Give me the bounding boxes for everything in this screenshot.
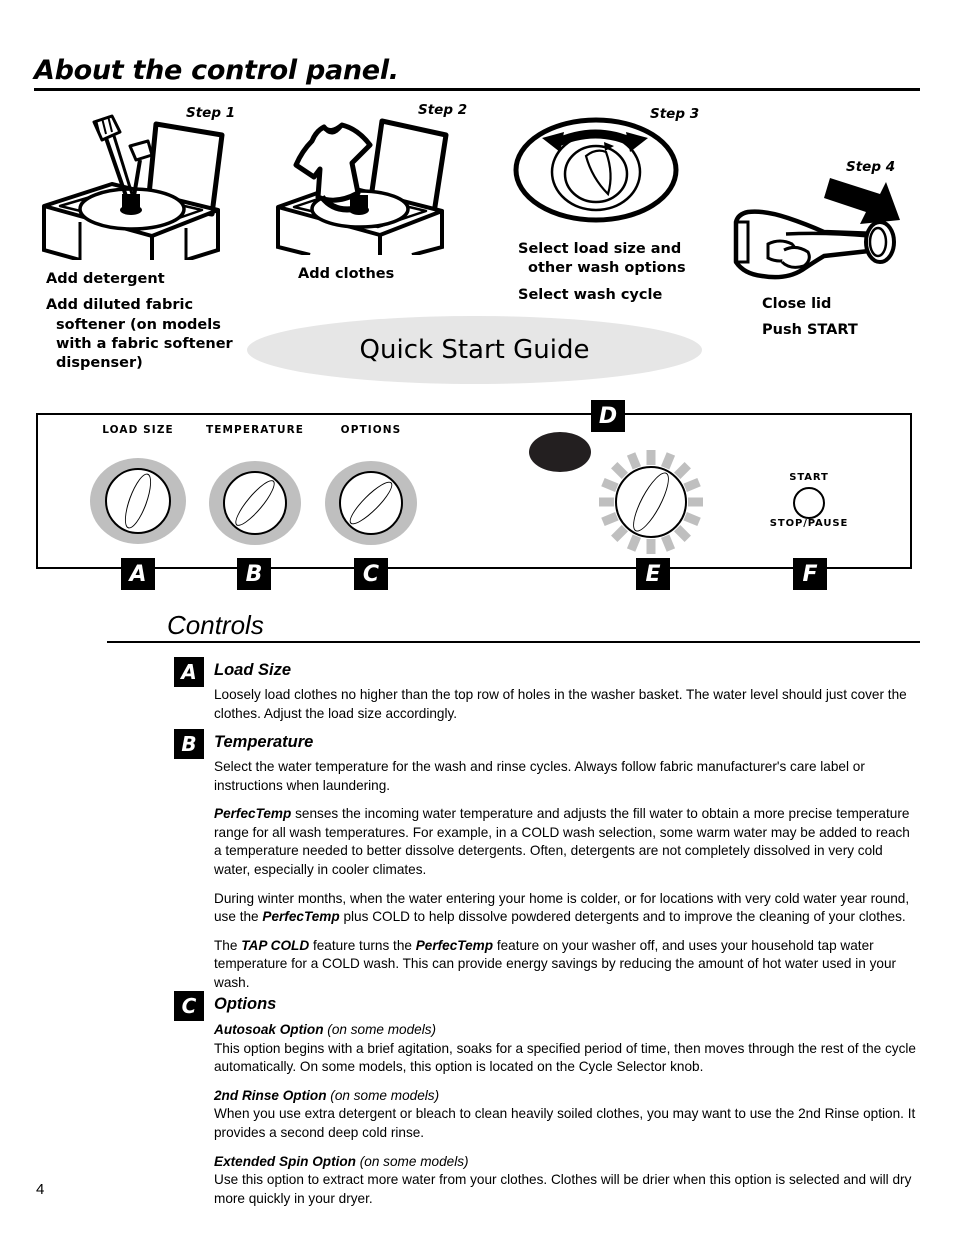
paragraph: During winter months, when the water ent… bbox=[214, 890, 920, 927]
section-title-temperature: Temperature bbox=[214, 733, 314, 751]
option-note: (on some models) bbox=[323, 1022, 437, 1037]
knob-caption-load-size: LOAD SIZE bbox=[102, 424, 174, 436]
cycle-tick bbox=[646, 450, 656, 465]
option-heading: Extended Spin Option (on some models) bbox=[214, 1153, 920, 1172]
cycle-tick bbox=[661, 452, 676, 470]
paragraph: Loosely load clothes no higher than the … bbox=[214, 686, 920, 723]
start-stop-pause-button[interactable] bbox=[793, 487, 825, 519]
controls-heading: Controls bbox=[167, 610, 264, 640]
cycle-tick bbox=[599, 497, 614, 507]
section-body-temperature: Select the water temperature for the was… bbox=[214, 758, 920, 993]
option-heading: 2nd Rinse Option (on some models) bbox=[214, 1087, 920, 1106]
body-text: senses the incoming water temperature an… bbox=[214, 806, 910, 878]
emphasis-text: TAP COLD bbox=[241, 937, 310, 953]
knob-load-size[interactable] bbox=[90, 453, 186, 549]
paragraph: PerfecTemp senses the incoming water tem… bbox=[214, 805, 920, 879]
page-title: About the control panel. bbox=[34, 55, 399, 86]
stop-pause-label: STOP/PAUSE bbox=[769, 518, 849, 529]
emphasis-text: PerfecTemp bbox=[262, 909, 340, 925]
knob-caption-options: OPTIONS bbox=[340, 424, 402, 436]
step-2-illustration bbox=[266, 105, 466, 255]
option-note: (on some models) bbox=[326, 1087, 440, 1103]
callout-f: F bbox=[793, 556, 827, 590]
quick-start-banner-label: Quick Start Guide bbox=[359, 335, 590, 365]
option-note: (on some models) bbox=[355, 1153, 469, 1169]
section-body-options: Autosoak Option (on some models) This opt… bbox=[214, 1021, 920, 1208]
section-title-load-size: Load Size bbox=[214, 661, 292, 679]
body-text: Loosely load clothes no higher than the … bbox=[214, 687, 907, 721]
section-badge-a: A bbox=[174, 657, 204, 687]
cycle-tick bbox=[661, 534, 676, 552]
step-1-bullet-0: Add detergent bbox=[46, 271, 165, 287]
step-3-illustration bbox=[508, 112, 688, 232]
option-body: This option begins with a brief agitatio… bbox=[214, 1040, 916, 1075]
body-text: plus COLD to help dissolve powdered dete… bbox=[339, 909, 906, 925]
step-1-bullets: Add detergent Add diluted fabric softene… bbox=[46, 270, 236, 380]
body-text: The bbox=[214, 937, 242, 953]
option-body: Use this option to extract more water fr… bbox=[214, 1172, 912, 1206]
option-heading: Autosoak Option (on some models) bbox=[214, 1021, 920, 1040]
step-1-illustration bbox=[36, 110, 256, 260]
section-badge-b: B bbox=[174, 729, 204, 759]
paragraph: The TAP COLD feature turns the PerfecTem… bbox=[214, 937, 920, 993]
knob-cycle-selector[interactable] bbox=[596, 447, 706, 557]
step-3-bullet-1: Select wash cycle bbox=[518, 286, 663, 303]
step-3-bullets: Select load size and other wash options … bbox=[518, 240, 708, 312]
emphasis-text: PerfecTemp bbox=[415, 937, 494, 953]
title-divider bbox=[34, 88, 920, 91]
step-4-illustration bbox=[728, 170, 908, 290]
emphasis-text: PerfecTemp bbox=[214, 806, 292, 822]
section-badge-c: C bbox=[174, 991, 204, 1021]
callout-e: E bbox=[636, 556, 670, 590]
start-label: START bbox=[789, 472, 829, 483]
knob-options[interactable] bbox=[323, 455, 419, 551]
option-name: Extended Spin Option bbox=[214, 1153, 356, 1169]
body-text: feature turns the bbox=[309, 937, 416, 953]
cycle-tick bbox=[683, 512, 701, 527]
option-name: Autosoak Option bbox=[214, 1022, 324, 1037]
step-4-bullets: Close lid Push START bbox=[762, 295, 942, 348]
step-3-bullet-0: Select load size and other wash options bbox=[518, 241, 686, 277]
controls-divider bbox=[107, 641, 920, 643]
step-2-bullet-0: Add clothes bbox=[298, 266, 395, 282]
callout-c: C bbox=[354, 556, 388, 590]
step-4-bullet-0: Close lid bbox=[762, 296, 832, 312]
cycle-tick bbox=[683, 477, 701, 492]
page-number: 4 bbox=[36, 1181, 45, 1198]
knob-caption-temperature: TEMPERATURE bbox=[205, 424, 305, 436]
section-title-options: Options bbox=[214, 995, 277, 1013]
step-4-bullet-1: Push START bbox=[762, 322, 858, 339]
cycle-tick bbox=[646, 539, 656, 554]
callout-b: B bbox=[237, 556, 271, 590]
callout-a: A bbox=[121, 556, 155, 590]
body-text: Select the water temperature for the was… bbox=[214, 759, 865, 793]
paragraph: Select the water temperature for the was… bbox=[214, 758, 920, 795]
section-body-load-size: Loosely load clothes no higher than the … bbox=[214, 686, 920, 723]
step-2-bullets: Add clothes bbox=[298, 265, 488, 291]
cycle-tick bbox=[626, 534, 641, 552]
knob-temperature[interactable] bbox=[207, 455, 303, 551]
cycle-tick bbox=[673, 524, 691, 542]
option-body: When you use extra detergent or bleach t… bbox=[214, 1106, 916, 1141]
option-name: 2nd Rinse Option bbox=[214, 1087, 327, 1103]
callout-d: D bbox=[591, 398, 625, 432]
step-1-bullet-1: Add diluted fabric softener (on models w… bbox=[46, 297, 233, 372]
display-window bbox=[529, 432, 591, 472]
cycle-tick bbox=[688, 497, 703, 507]
cycle-tick bbox=[601, 512, 619, 527]
